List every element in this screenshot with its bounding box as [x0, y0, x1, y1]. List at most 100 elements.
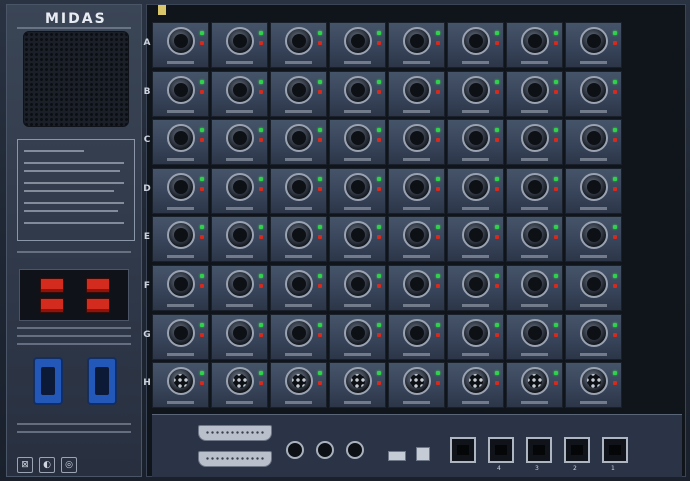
input-card — [211, 216, 268, 263]
xlr-female-input-jack[interactable] — [344, 270, 372, 298]
xlr-female-input-jack[interactable] — [521, 172, 549, 201]
xlr-female-input-jack[interactable] — [167, 172, 195, 201]
xlr-female-input-jack[interactable] — [344, 75, 372, 104]
xlr-female-input-jack[interactable] — [285, 27, 313, 55]
xlr-female-input-jack[interactable] — [462, 221, 490, 250]
status-led-green — [200, 79, 204, 84]
xlr-female-input-jack[interactable] — [462, 27, 490, 55]
midi-din-port[interactable] — [316, 441, 334, 459]
xlr-female-input-jack[interactable] — [403, 124, 431, 153]
input-card — [270, 313, 327, 360]
xlr-male-output-jack[interactable] — [226, 367, 254, 396]
xlr-female-input-jack[interactable] — [167, 318, 195, 347]
channel-label-strip — [462, 158, 489, 162]
gpio-dsub-connector[interactable] — [198, 451, 272, 467]
xlr-male-output-jack[interactable] — [521, 367, 549, 396]
xlr-female-input-jack[interactable] — [403, 318, 431, 347]
xlr-female-input-jack[interactable] — [462, 75, 490, 104]
xlr-female-input-jack[interactable] — [344, 221, 372, 250]
xlr-female-input-jack[interactable] — [580, 270, 608, 298]
power-switch[interactable] — [40, 298, 64, 313]
xlr-female-input-jack[interactable] — [285, 221, 313, 250]
xlr-female-input-jack[interactable] — [521, 75, 549, 104]
xlr-female-input-jack[interactable] — [226, 318, 254, 347]
aes50-audio-port[interactable] — [564, 437, 590, 463]
xlr-female-input-jack[interactable] — [285, 124, 313, 153]
aes50-audio-port[interactable] — [526, 437, 552, 463]
xlr-female-input-jack[interactable] — [167, 221, 195, 250]
channel-label-strip — [403, 352, 430, 356]
xlr-female-input-jack[interactable] — [580, 75, 608, 104]
xlr-female-input-jack[interactable] — [226, 124, 254, 153]
input-card — [565, 119, 622, 166]
xlr-female-input-jack[interactable] — [167, 27, 195, 55]
xlr-female-input-jack[interactable] — [226, 221, 254, 250]
xlr-female-input-jack[interactable] — [462, 318, 490, 347]
input-card — [388, 216, 445, 263]
xlr-female-input-jack[interactable] — [344, 27, 372, 55]
iec-power-inlet[interactable] — [33, 357, 63, 405]
xlr-female-input-jack[interactable] — [521, 318, 549, 347]
xlr-female-input-jack[interactable] — [403, 270, 431, 298]
xlr-female-input-jack[interactable] — [580, 172, 608, 201]
gpio-dsub-connector[interactable] — [198, 425, 272, 441]
ethernet-control-port[interactable] — [450, 437, 476, 463]
xlr-female-input-jack[interactable] — [580, 124, 608, 153]
xlr-female-input-jack[interactable] — [226, 27, 254, 55]
xlr-female-input-jack[interactable] — [403, 75, 431, 104]
aes50-audio-port[interactable] — [488, 437, 514, 463]
usb-b-port[interactable] — [416, 447, 430, 461]
xlr-female-input-jack[interactable] — [462, 270, 490, 298]
xlr-male-output-jack[interactable] — [462, 367, 490, 396]
xlr-female-input-jack[interactable] — [403, 172, 431, 201]
aes50-audio-port[interactable] — [602, 437, 628, 463]
xlr-male-output-jack[interactable] — [580, 367, 608, 396]
xlr-female-input-jack[interactable] — [521, 27, 549, 55]
channel-label-strip — [167, 304, 194, 307]
xlr-female-input-jack[interactable] — [285, 75, 313, 104]
warning-text-line — [24, 190, 114, 192]
xlr-female-input-jack[interactable] — [580, 221, 608, 250]
xlr-female-input-jack[interactable] — [403, 221, 431, 250]
input-card — [506, 167, 563, 214]
xlr-female-input-jack[interactable] — [521, 270, 549, 298]
xlr-female-input-jack[interactable] — [226, 270, 254, 298]
status-led-green — [259, 31, 263, 35]
xlr-female-input-jack[interactable] — [226, 75, 254, 104]
xlr-female-input-jack[interactable] — [462, 124, 490, 153]
xlr-female-input-jack[interactable] — [344, 124, 372, 153]
xlr-male-output-jack[interactable] — [344, 367, 372, 396]
xlr-female-input-jack[interactable] — [167, 124, 195, 153]
xlr-female-input-jack[interactable] — [521, 124, 549, 153]
xlr-female-input-jack[interactable] — [285, 270, 313, 298]
input-card — [565, 313, 622, 360]
xlr-female-input-jack[interactable] — [167, 270, 195, 298]
xlr-female-input-jack[interactable] — [403, 27, 431, 55]
xlr-male-output-jack[interactable] — [403, 367, 431, 396]
channel-label-strip — [285, 206, 312, 210]
midi-din-port[interactable] — [286, 441, 304, 459]
status-led-green — [318, 322, 322, 327]
input-card — [565, 167, 622, 214]
status-led-green — [200, 322, 204, 327]
status-led-red — [377, 138, 381, 143]
power-switch[interactable] — [40, 278, 64, 293]
xlr-female-input-jack[interactable] — [580, 318, 608, 347]
xlr-female-input-jack[interactable] — [285, 318, 313, 347]
xlr-male-output-jack[interactable] — [167, 367, 195, 396]
xlr-female-input-jack[interactable] — [580, 27, 608, 55]
midi-din-port[interactable] — [346, 441, 364, 459]
iec-power-inlet[interactable] — [87, 357, 117, 405]
power-switch[interactable] — [86, 278, 110, 293]
power-switch[interactable] — [86, 298, 110, 313]
xlr-female-input-jack[interactable] — [344, 318, 372, 347]
xlr-female-input-jack[interactable] — [226, 172, 254, 201]
xlr-female-input-jack[interactable] — [521, 221, 549, 250]
usb-a-port[interactable] — [388, 451, 406, 461]
xlr-female-input-jack[interactable] — [285, 172, 313, 201]
xlr-female-input-jack[interactable] — [344, 172, 372, 201]
xlr-female-input-jack[interactable] — [462, 172, 490, 201]
xlr-male-output-jack[interactable] — [285, 367, 313, 396]
xlr-female-input-jack[interactable] — [167, 75, 195, 104]
input-card — [152, 22, 209, 68]
